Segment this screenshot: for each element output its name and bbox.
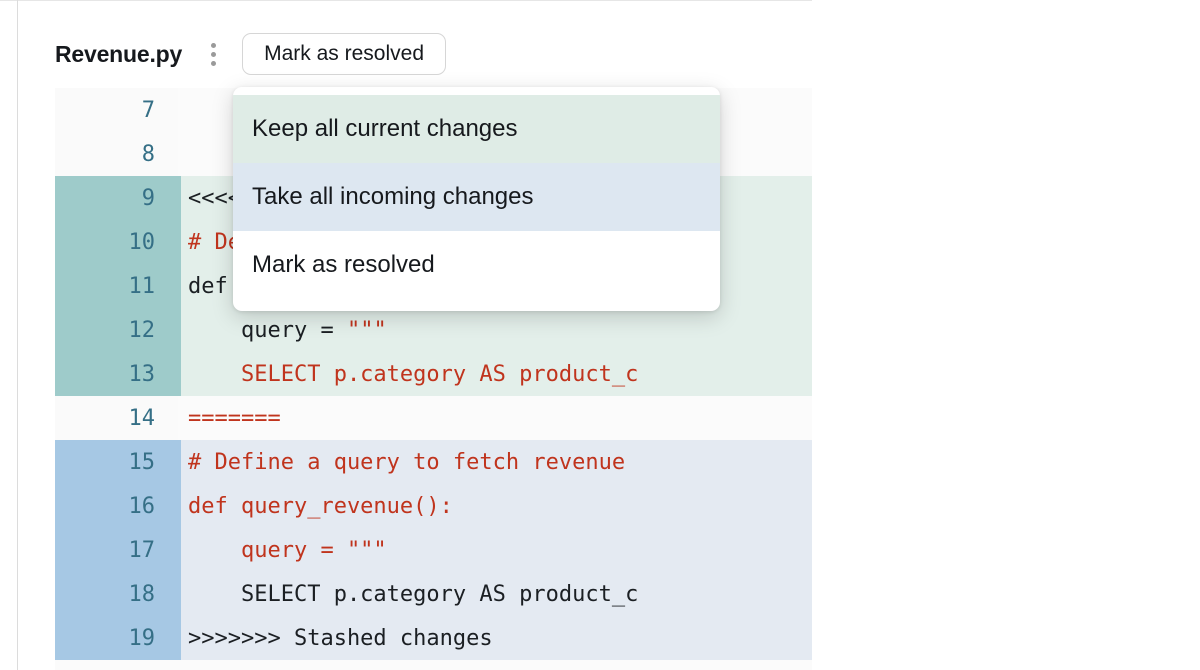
code-line-row: 15 # Define a query to fetch revenue	[55, 440, 812, 484]
code-token: SELECT p.category AS product_c	[188, 582, 638, 607]
kebab-dot-1	[211, 43, 216, 48]
line-number: 14	[55, 396, 178, 440]
code-line-text: SELECT p.category AS product_c	[178, 572, 812, 616]
code-token: =======	[188, 406, 281, 431]
code-token: # Define a query to fetch revenue	[188, 450, 625, 475]
line-number: 13	[55, 352, 178, 396]
line-number: 9	[55, 176, 178, 220]
code-line-row: 14 =======	[55, 396, 812, 440]
dropdown-menu-item[interactable]: Take all incoming changes	[233, 163, 720, 231]
line-number: 16	[55, 484, 178, 528]
code-line-row: 16 def query_revenue():	[55, 484, 812, 528]
line-number: 11	[55, 264, 178, 308]
line-number: 17	[55, 528, 178, 572]
code-token: >>>>>>> Stashed changes	[188, 626, 493, 651]
code-token: query =	[188, 318, 347, 343]
code-line-text: =======	[178, 396, 812, 440]
code-line-row: 13 SELECT p.category AS product_c	[55, 352, 812, 396]
code-line-text: def query_revenue():	[178, 484, 812, 528]
code-line-text: >>>>>>> Stashed changes	[178, 616, 812, 660]
code-token: query = """	[188, 538, 387, 563]
file-header: Revenue.py Mark as resolved	[55, 30, 446, 78]
code-token: def query_revenue():	[188, 494, 453, 519]
line-number: 8	[55, 132, 178, 176]
code-line-text: # Define a query to fetch revenue	[178, 440, 812, 484]
dropdown-menu-item[interactable]: Mark as resolved	[233, 231, 720, 299]
code-line-row: 18 SELECT p.category AS product_c	[55, 572, 812, 616]
merge-conflict-editor-panel: Revenue.py Mark as resolved 7 conn = sql…	[0, 0, 1200, 670]
code-line-row: 12 query = """	[55, 308, 812, 352]
code-line-row: 19 >>>>>>> Stashed changes	[55, 616, 812, 660]
line-number: 7	[55, 88, 178, 132]
line-number: 15	[55, 440, 178, 484]
page-title: Revenue.py	[55, 41, 182, 68]
kebab-dot-2	[211, 52, 216, 57]
kebab-menu-icon[interactable]	[196, 37, 230, 71]
panel-top-divider	[0, 0, 812, 1]
mark-as-resolved-button[interactable]: Mark as resolved	[242, 33, 446, 75]
line-number: 19	[55, 616, 178, 660]
panel-left-divider	[17, 0, 18, 670]
conflict-actions-dropdown[interactable]: Keep all current changesTake all incomin…	[233, 87, 720, 311]
line-number: 10	[55, 220, 178, 264]
line-number: 18	[55, 572, 178, 616]
code-line-text: query = """	[178, 308, 812, 352]
code-token: """	[347, 318, 387, 343]
line-number: 12	[55, 308, 178, 352]
code-token: SELECT p.category AS product_c	[188, 362, 638, 387]
code-line-row: 17 query = """	[55, 528, 812, 572]
code-line-text: SELECT p.category AS product_c	[178, 352, 812, 396]
dropdown-menu-item[interactable]: Keep all current changes	[233, 95, 720, 163]
code-line-text: query = """	[178, 528, 812, 572]
kebab-dot-3	[211, 61, 216, 66]
